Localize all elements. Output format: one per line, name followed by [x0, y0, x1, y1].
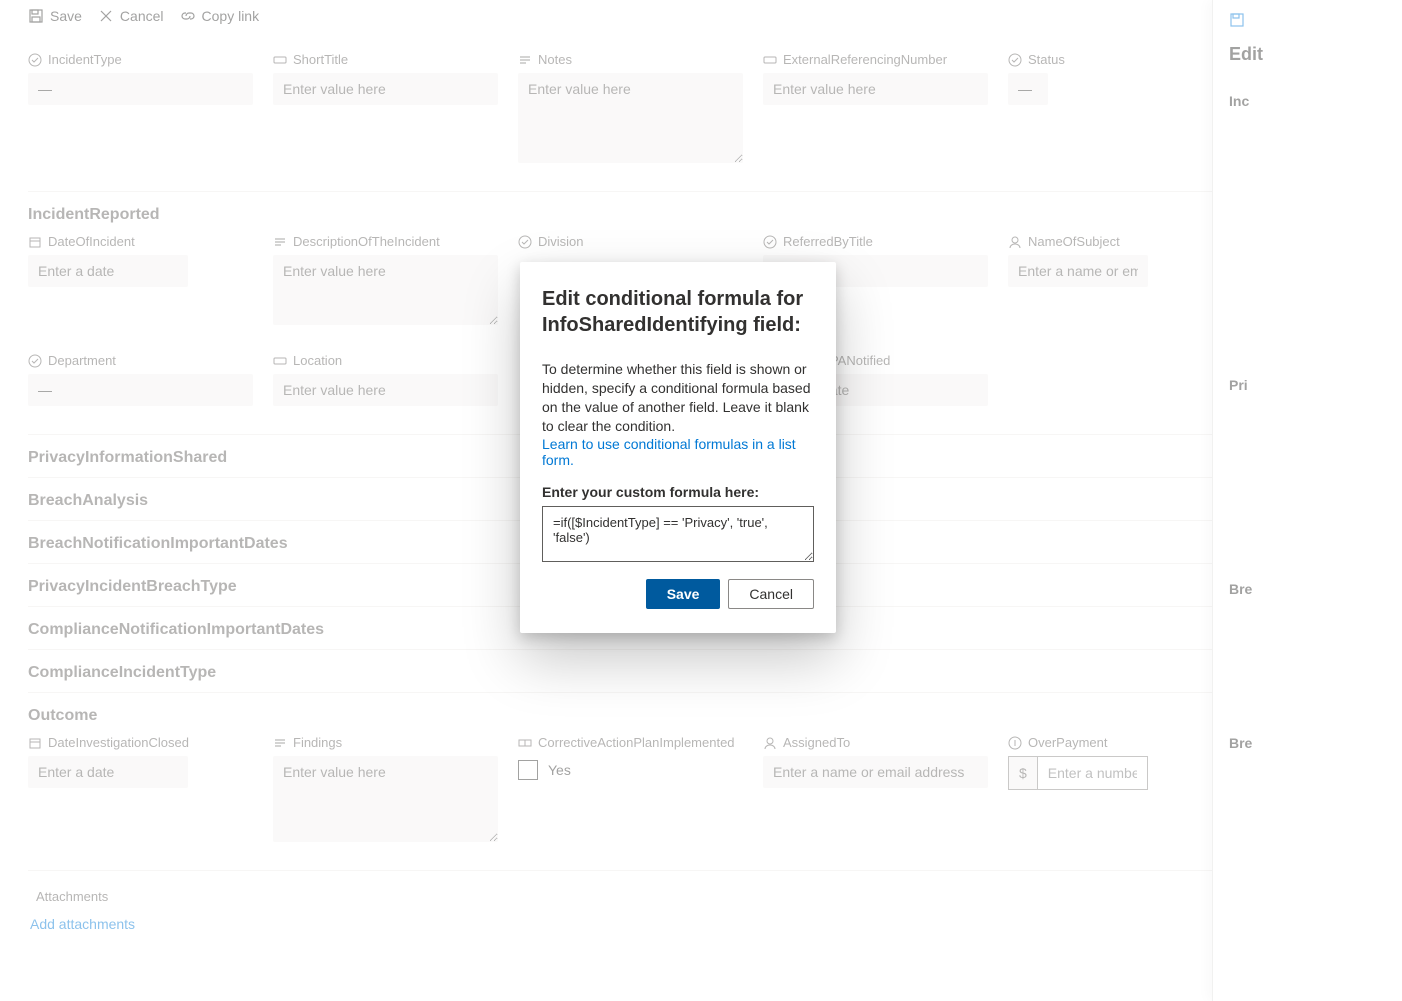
dialog-learn-link[interactable]: Learn to use conditional formulas in a l… — [542, 436, 796, 468]
dialog-input-label: Enter your custom formula here: — [542, 484, 814, 500]
dialog-title: Edit conditional formula for InfoSharedI… — [542, 286, 814, 338]
dialog-save-button[interactable]: Save — [646, 579, 721, 609]
dialog-description: To determine whether this field is shown… — [542, 361, 811, 434]
dialog-cancel-button[interactable]: Cancel — [728, 579, 814, 609]
conditional-formula-dialog: Edit conditional formula for InfoSharedI… — [520, 262, 836, 633]
formula-textarea[interactable]: =if([$IncidentType] == 'Privacy', 'true'… — [542, 506, 814, 562]
